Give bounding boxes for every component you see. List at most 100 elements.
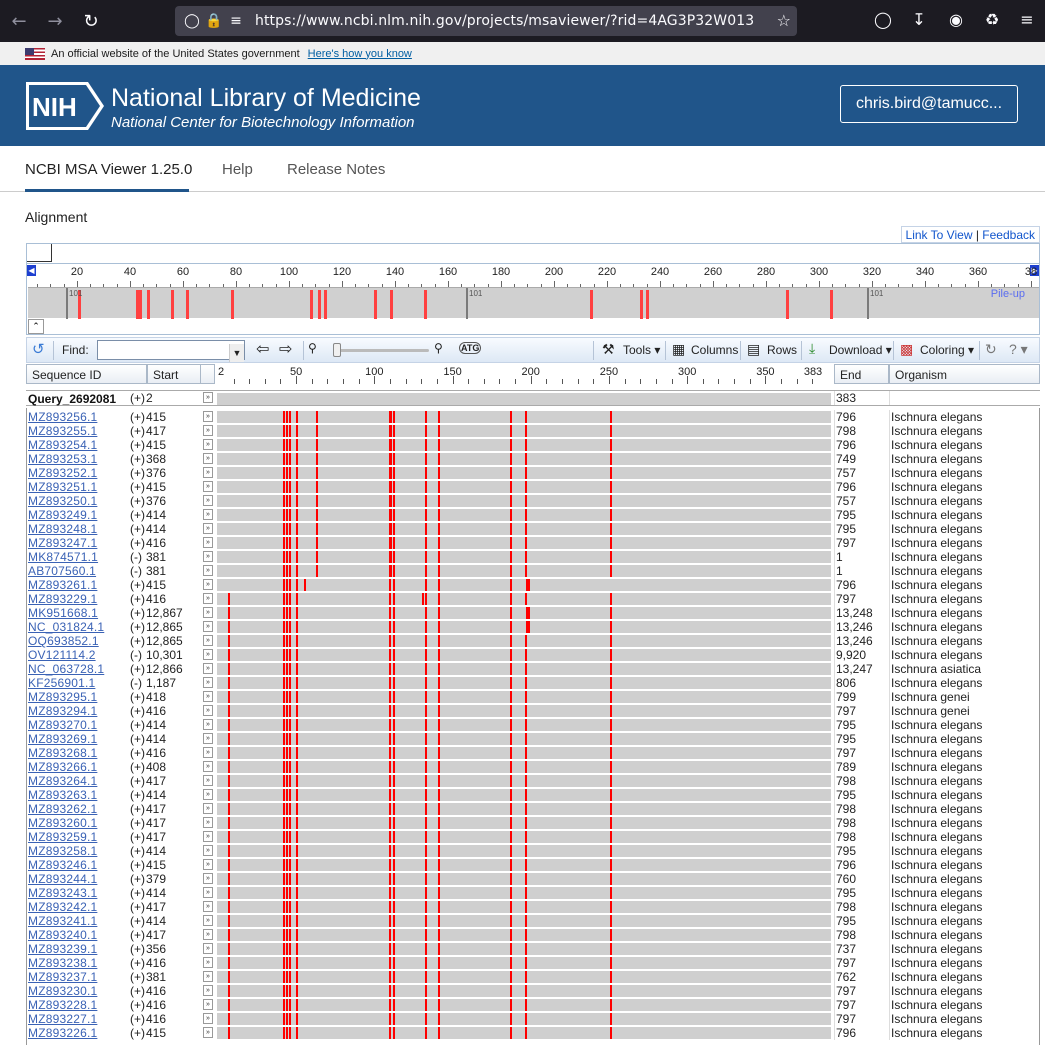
table-row[interactable]: AB707560.1 (-) 381 » 1 Ischnura elegans: [26, 564, 1040, 578]
alignment-bar[interactable]: [217, 453, 831, 465]
overview-pileup-bar[interactable]: 101 101 101: [28, 287, 1039, 319]
expand-icon[interactable]: »: [203, 621, 213, 632]
columns-icon[interactable]: ▦: [672, 341, 685, 358]
sequence-id-link[interactable]: MZ893239.1: [28, 942, 97, 956]
expand-icon[interactable]: »: [203, 551, 213, 562]
table-row[interactable]: MZ893226.1 (+) 415 » 796 Ischnura elegans: [26, 1026, 1040, 1040]
alignment-bar[interactable]: [217, 537, 831, 549]
find-input[interactable]: ▼: [97, 340, 245, 362]
columns-button[interactable]: Columns: [691, 343, 738, 357]
expand-icon[interactable]: »: [203, 775, 213, 786]
alignment-bar[interactable]: [217, 523, 831, 535]
sequence-id-link[interactable]: MZ893254.1: [28, 438, 97, 452]
download-menu[interactable]: Download ▾: [829, 343, 892, 357]
alignment-bar[interactable]: [217, 1013, 831, 1025]
tools-label[interactable]: Tools: [623, 343, 651, 357]
sequence-id-link[interactable]: MZ893242.1: [28, 900, 97, 914]
menu-icon[interactable]: ≡: [1016, 10, 1038, 29]
expand-icon[interactable]: »: [203, 691, 213, 702]
alignment-bar[interactable]: [217, 691, 831, 703]
expand-icon[interactable]: »: [203, 649, 213, 660]
expand-icon[interactable]: »: [203, 392, 213, 403]
table-row[interactable]: MK874571.1 (-) 381 » 1 Ischnura elegans: [26, 550, 1040, 564]
alignment-bar[interactable]: [217, 971, 831, 983]
alignment-bar[interactable]: [217, 733, 831, 745]
table-row[interactable]: MZ893256.1 (+) 415 » 796 Ischnura elegans: [26, 410, 1040, 424]
zoom-slider-track[interactable]: [333, 349, 429, 352]
expand-icon[interactable]: »: [203, 593, 213, 604]
feedback-link[interactable]: Feedback: [982, 228, 1035, 242]
reload-icon[interactable]: ↻: [78, 8, 104, 34]
expand-icon[interactable]: »: [203, 873, 213, 884]
sequence-id-link[interactable]: MZ893295.1: [28, 690, 97, 704]
expand-icon[interactable]: »: [203, 1027, 213, 1038]
sequence-id-link[interactable]: MZ893237.1: [28, 970, 97, 984]
table-row[interactable]: MZ893260.1 (+) 417 » 798 Ischnura elegans: [26, 816, 1040, 830]
expand-icon[interactable]: »: [203, 663, 213, 674]
alignment-bar[interactable]: [217, 551, 831, 563]
sequence-id-link[interactable]: MZ893262.1: [28, 802, 97, 816]
alignment-bar[interactable]: [217, 845, 831, 857]
expand-icon[interactable]: »: [203, 509, 213, 520]
table-row[interactable]: MZ893230.1 (+) 416 » 797 Ischnura elegans: [26, 984, 1040, 998]
sequence-id-link[interactable]: MZ893241.1: [28, 914, 97, 928]
sequence-id-link[interactable]: KF256901.1: [28, 676, 95, 690]
alignment-bar[interactable]: [217, 621, 831, 633]
sequence-id-link[interactable]: OQ693852.1: [28, 634, 99, 648]
tab-msa-viewer[interactable]: NCBI MSA Viewer 1.25.0: [25, 161, 192, 178]
alignment-bar[interactable]: [217, 649, 831, 661]
user-account-button[interactable]: chris.bird@tamucc...: [840, 85, 1018, 123]
sequence-id-link[interactable]: MZ893251.1: [28, 480, 97, 494]
table-row[interactable]: MZ893227.1 (+) 416 » 797 Ischnura elegans: [26, 1012, 1040, 1026]
table-row[interactable]: MZ893264.1 (+) 417 » 798 Ischnura elegans: [26, 774, 1040, 788]
table-row[interactable]: MZ893294.1 (+) 416 » 797 Ischnura genei: [26, 704, 1040, 718]
table-row[interactable]: MZ893266.1 (+) 408 » 789 Ischnura elegans: [26, 760, 1040, 774]
back-icon[interactable]: ←: [6, 8, 32, 34]
sequence-id-link[interactable]: AB707560.1: [28, 564, 96, 578]
alignment-bar[interactable]: [217, 957, 831, 969]
table-row[interactable]: MZ893229.1 (+) 416 » 797 Ischnura elegans: [26, 592, 1040, 606]
expand-icon[interactable]: »: [203, 677, 213, 688]
heres-how-you-know-link[interactable]: Here's how you know: [308, 48, 412, 60]
table-row[interactable]: MZ893240.1 (+) 417 » 798 Ischnura elegans: [26, 928, 1040, 942]
alignment-bar[interactable]: [217, 705, 831, 717]
table-row[interactable]: MZ893262.1 (+) 417 » 798 Ischnura elegans: [26, 802, 1040, 816]
sequence-id-link[interactable]: MZ893243.1: [28, 886, 97, 900]
table-row[interactable]: MZ893255.1 (+) 417 » 798 Ischnura elegans: [26, 424, 1040, 438]
table-row[interactable]: MZ893252.1 (+) 376 » 757 Ischnura elegans: [26, 466, 1040, 480]
refresh-icon[interactable]: ↻: [985, 341, 997, 358]
expand-icon[interactable]: »: [203, 439, 213, 450]
expand-icon[interactable]: »: [203, 481, 213, 492]
table-row[interactable]: OQ693852.1 (+) 12,865 » 13,246 Ischnura elega…: [26, 634, 1040, 648]
lock-icon[interactable]: 🔒: [203, 13, 225, 29]
sequence-id-link[interactable]: MZ893264.1: [28, 774, 97, 788]
alignment-bar[interactable]: [217, 887, 831, 899]
expand-icon[interactable]: »: [203, 943, 213, 954]
table-row[interactable]: MZ893295.1 (+) 418 » 799 Ischnura genei: [26, 690, 1040, 704]
expand-icon[interactable]: »: [203, 579, 213, 590]
expand-icon[interactable]: »: [203, 971, 213, 982]
query-alignment-bar[interactable]: [217, 393, 831, 405]
tools-icon[interactable]: ⚒: [602, 341, 615, 358]
expand-icon[interactable]: »: [203, 705, 213, 716]
table-row[interactable]: MZ893250.1 (+) 376 » 757 Ischnura elegans: [26, 494, 1040, 508]
sequence-id-link[interactable]: MZ893252.1: [28, 466, 97, 480]
download-icon[interactable]: ⤓: [809, 340, 815, 357]
expand-icon[interactable]: »: [203, 719, 213, 730]
table-row[interactable]: MZ893228.1 (+) 416 » 797 Ischnura elegans: [26, 998, 1040, 1012]
sequence-id-link[interactable]: MZ893249.1: [28, 508, 97, 522]
table-row[interactable]: KF256901.1 (-) 1,187 » 806 Ischnura elegans: [26, 676, 1040, 690]
table-row[interactable]: MZ893237.1 (+) 381 » 762 Ischnura elegans: [26, 970, 1040, 984]
table-row[interactable]: MZ893251.1 (+) 415 » 796 Ischnura elegans: [26, 480, 1040, 494]
alignment-bar[interactable]: [217, 859, 831, 871]
alignment-bar[interactable]: [217, 467, 831, 479]
sequence-id-link[interactable]: MZ893230.1: [28, 984, 97, 998]
zoom-in-icon[interactable]: ⚲: [434, 341, 443, 355]
table-row[interactable]: MZ893263.1 (+) 414 » 795 Ischnura elegans: [26, 788, 1040, 802]
sequence-id-link[interactable]: MZ893270.1: [28, 718, 97, 732]
sequence-id-link[interactable]: MZ893246.1: [28, 858, 97, 872]
expand-icon[interactable]: »: [203, 915, 213, 926]
coloring-label[interactable]: Coloring: [920, 343, 965, 357]
expand-icon[interactable]: »: [203, 887, 213, 898]
sequence-id-link[interactable]: NC_063728.1: [28, 662, 104, 676]
